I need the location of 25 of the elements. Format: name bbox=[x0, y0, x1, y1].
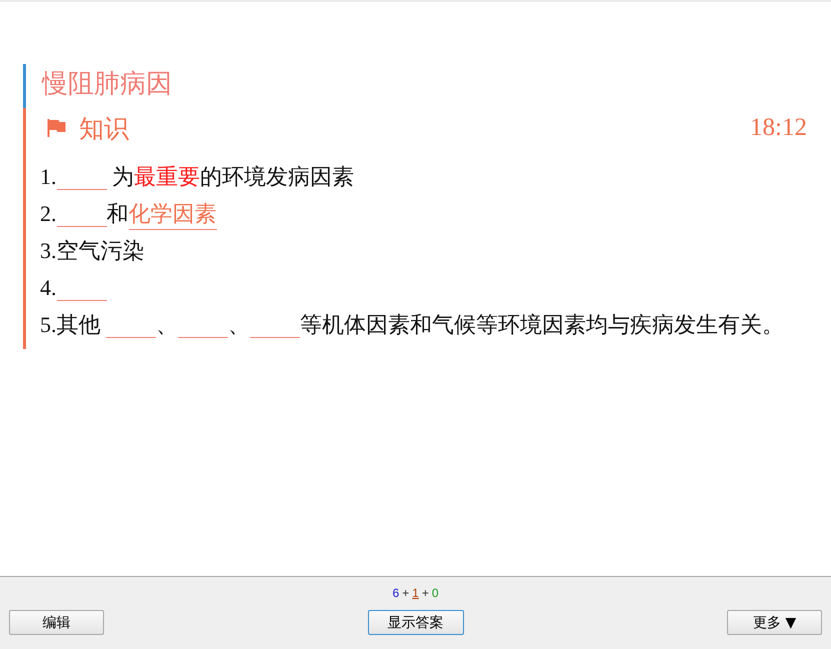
line-text: 的环境发病因素 bbox=[200, 164, 354, 189]
edit-button[interactable]: 编辑 bbox=[9, 610, 104, 635]
line-text: 2. bbox=[40, 201, 56, 226]
due-count: 1 bbox=[412, 586, 419, 600]
line-text: 、 bbox=[156, 312, 178, 337]
time-label: 18:12 bbox=[750, 114, 807, 142]
line-text: 、 bbox=[228, 312, 250, 337]
line-text: 和 bbox=[106, 201, 128, 226]
section-label: 知识 bbox=[79, 114, 129, 144]
plus-sign: + bbox=[422, 586, 429, 600]
flag-icon bbox=[46, 118, 67, 138]
line-text: 3.空气污染 bbox=[40, 238, 144, 263]
line-text: 5.其他 bbox=[40, 312, 102, 337]
underlined-term: 化学因素 bbox=[128, 201, 216, 230]
plus-sign: + bbox=[402, 586, 410, 600]
due-count: 0 bbox=[432, 586, 439, 600]
show-answer-button[interactable]: 显示答案 bbox=[368, 610, 464, 635]
highlight-text: 最重要 bbox=[134, 164, 200, 189]
line-text: 为 bbox=[111, 164, 134, 189]
line-text: 1. bbox=[40, 164, 56, 189]
card-title: 慢阻肺病因 bbox=[42, 68, 173, 100]
line-text: 4. bbox=[40, 275, 56, 300]
line-text: 等机体因素和气候等环境因素均与疾病发生有关。 bbox=[300, 312, 784, 337]
more-button[interactable]: 更多 ▼ bbox=[727, 610, 822, 635]
due-count: 6 bbox=[392, 586, 400, 600]
